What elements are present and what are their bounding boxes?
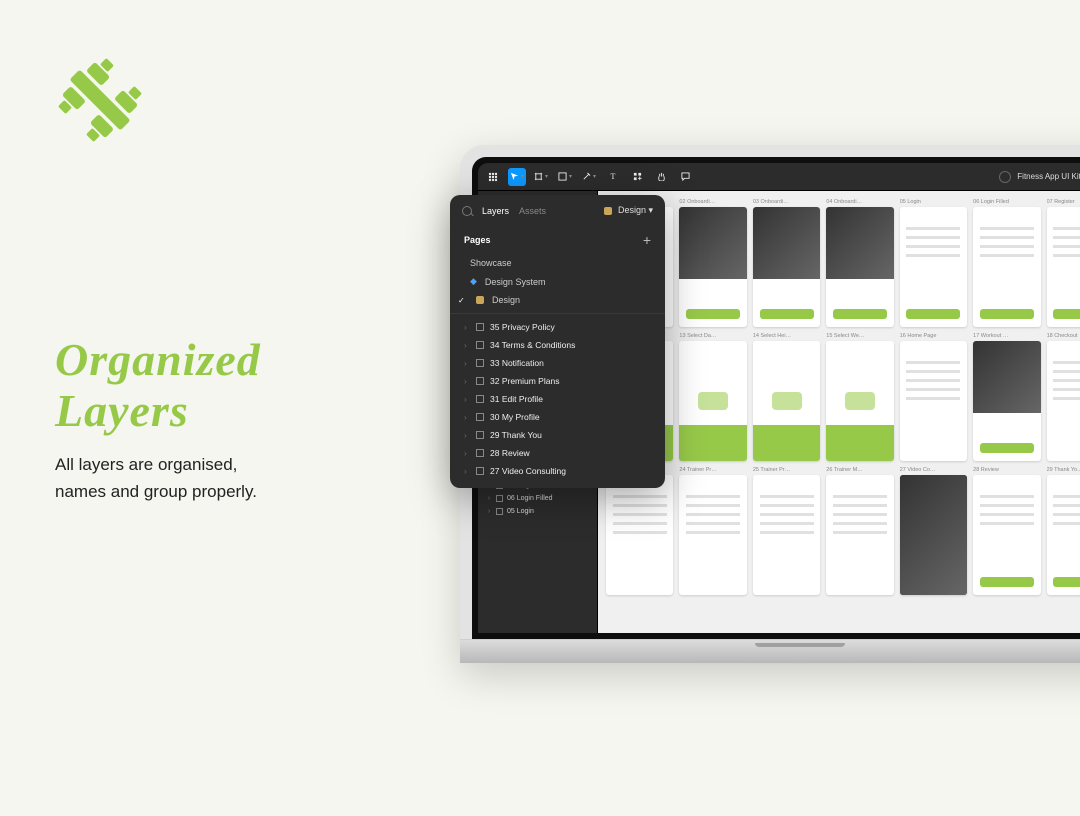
canvas-frame[interactable]: 27 Video Co… xyxy=(900,467,967,595)
page-row[interactable]: Showcase xyxy=(450,254,665,272)
frame-icon xyxy=(476,359,484,367)
move-tool[interactable] xyxy=(508,168,526,186)
page-row[interactable]: ◆Design System xyxy=(450,272,665,291)
frame-row[interactable]: ›28 Review xyxy=(450,444,665,462)
tab-assets[interactable]: Assets xyxy=(519,206,546,216)
canvas-frame[interactable]: 07 Register xyxy=(1047,199,1080,327)
frame-row[interactable]: ›33 Notification xyxy=(450,354,665,372)
search-icon[interactable] xyxy=(462,206,472,216)
frame-icon xyxy=(476,413,484,421)
tab-layers[interactable]: Layers xyxy=(482,206,509,216)
frame-icon xyxy=(476,323,484,331)
frame-row[interactable]: ›31 Edit Profile xyxy=(450,390,665,408)
canvas-frame[interactable]: 18 Checkout xyxy=(1047,333,1080,461)
frame-icon xyxy=(476,449,484,457)
canvas-frame[interactable]: 26 Trainer M… xyxy=(826,467,893,595)
canvas-frame[interactable]: 28 Review xyxy=(973,467,1040,595)
frame-row[interactable]: ›27 Video Consulting xyxy=(450,462,665,480)
canvas-frame[interactable]: 25 Trainer Pr… xyxy=(753,467,820,595)
layer-row[interactable]: ›05 Login xyxy=(478,505,597,518)
shape-tool[interactable] xyxy=(556,168,574,186)
hand-tool[interactable] xyxy=(652,168,670,186)
palette-icon xyxy=(604,207,612,215)
resources-tool[interactable] xyxy=(628,168,646,186)
figma-canvas[interactable]: 01 Splash Sc…⤢02 Onboardi…03 Onboardi…04… xyxy=(598,191,1080,633)
canvas-frame[interactable]: 14 Select Hei… xyxy=(753,333,820,461)
canvas-frame[interactable]: 04 Onboardi… xyxy=(826,199,893,327)
canvas-frame[interactable]: 13 Select Da… xyxy=(679,333,746,461)
canvas-frame[interactable]: 29 Thank Yo… xyxy=(1047,467,1080,595)
avatar-icon[interactable] xyxy=(999,171,1011,183)
frame-row[interactable]: ›30 My Profile xyxy=(450,408,665,426)
headline-subtitle: All layers are organised, names and grou… xyxy=(55,452,261,505)
layer-row[interactable]: ›06 Login Filled xyxy=(478,492,597,505)
canvas-frame[interactable]: 16 Home Page xyxy=(900,333,967,461)
headline-block: Organized Layers All layers are organise… xyxy=(55,335,261,505)
canvas-frame[interactable]: 05 Login xyxy=(900,199,967,327)
frame-icon xyxy=(476,431,484,439)
frame-tool[interactable] xyxy=(532,168,550,186)
figma-menu-icon[interactable] xyxy=(484,168,502,186)
tab-design[interactable]: Design ▾ xyxy=(618,205,653,216)
frame-row[interactable]: ›34 Terms & Conditions xyxy=(450,336,665,354)
frame-icon xyxy=(496,495,503,502)
dumbbell-icon xyxy=(55,55,145,145)
frame-icon xyxy=(496,508,503,515)
comment-tool[interactable] xyxy=(676,168,694,186)
headline-title: Organized Layers xyxy=(55,335,261,436)
canvas-frame[interactable]: 17 Workout … xyxy=(973,333,1040,461)
diamond-icon: ◆ xyxy=(470,276,477,287)
add-page-icon[interactable]: + xyxy=(643,232,651,248)
dumbbell-logo xyxy=(55,55,145,145)
frame-row[interactable]: ›29 Thank You xyxy=(450,426,665,444)
palette-icon xyxy=(476,296,484,304)
frame-icon xyxy=(476,467,484,475)
frame-icon xyxy=(476,395,484,403)
canvas-frame[interactable]: 03 Onboardi… xyxy=(753,199,820,327)
canvas-frame[interactable]: 15 Select We… xyxy=(826,333,893,461)
pages-header: Pages + xyxy=(450,224,665,254)
frame-row[interactable]: ›35 Privacy Policy xyxy=(450,318,665,336)
laptop-base xyxy=(460,639,1080,663)
text-tool[interactable]: T xyxy=(604,168,622,186)
pen-tool[interactable] xyxy=(580,168,598,186)
page-row[interactable]: Design xyxy=(450,291,665,309)
floating-layers-panel: Layers Assets Design ▾ Pages + Showcase◆… xyxy=(450,195,665,488)
canvas-frame[interactable]: 02 Onboardi… xyxy=(679,199,746,327)
frame-icon xyxy=(476,377,484,385)
frame-icon xyxy=(476,341,484,349)
canvas-frame[interactable]: 24 Trainer Pr… xyxy=(679,467,746,595)
canvas-frame[interactable]: 06 Login Filled xyxy=(973,199,1040,327)
figma-toolbar: T Fitness App UI Kit - DIRID ▾ xyxy=(478,163,1080,191)
project-name[interactable]: Fitness App UI Kit - DIRID ▾ xyxy=(1017,172,1080,181)
frame-row[interactable]: ›32 Premium Plans xyxy=(450,372,665,390)
